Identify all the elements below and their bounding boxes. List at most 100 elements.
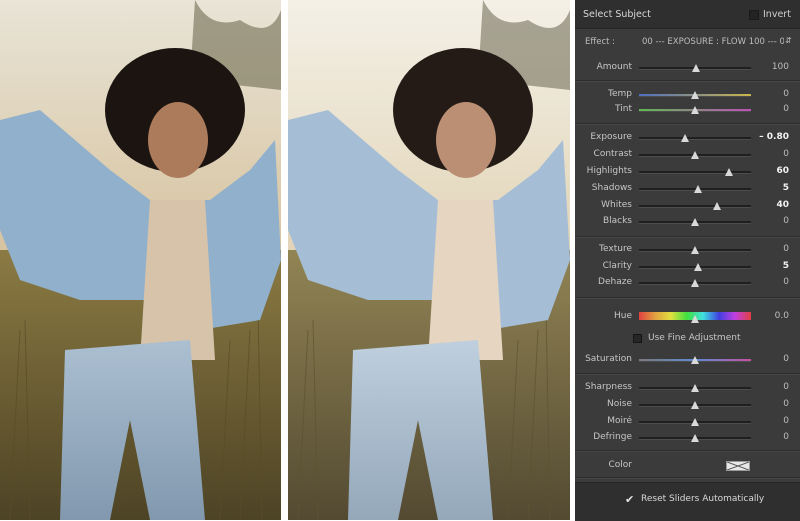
slider-amount-label: Amount: [596, 62, 632, 72]
slider-noise-thumb[interactable]: [691, 401, 699, 409]
slider-tint-value[interactable]: 0: [783, 104, 789, 114]
before-photo: [0, 0, 281, 520]
effect-dropdown[interactable]: Effect : 00 --- EXPOSURE : FLOW 100 --- …: [575, 36, 800, 49]
slider-hue-track[interactable]: [639, 312, 751, 323]
fine-adjustment-checkbox[interactable]: [633, 334, 642, 343]
section-separator: [575, 450, 800, 452]
slider-texture-value[interactable]: 0: [783, 244, 789, 254]
slider-clarity-value[interactable]: 5: [783, 261, 789, 271]
section-separator: [575, 297, 800, 299]
slider-amount-thumb[interactable]: [692, 64, 701, 72]
slider-defringe-track[interactable]: [639, 434, 751, 442]
slider-saturation-thumb[interactable]: [691, 356, 699, 364]
slider-hue-thumb[interactable]: [691, 315, 699, 323]
slider-dehaze-track[interactable]: [639, 279, 751, 287]
slider-moire-label: Moiré: [607, 416, 632, 426]
slider-amount: Amount 100: [575, 62, 800, 74]
slider-tint-thumb[interactable]: [691, 106, 699, 114]
after-photo-illustration: [288, 0, 570, 520]
slider-temp-label: Temp: [608, 89, 632, 99]
slider-exposure-value[interactable]: – 0.80: [759, 132, 789, 142]
slider-hue-label: Hue: [613, 311, 632, 321]
panel-title: Select Subject: [583, 9, 651, 20]
slider-dehaze-thumb[interactable]: [691, 279, 699, 287]
slider-blacks-thumb[interactable]: [691, 218, 699, 226]
slider-sharpness: Sharpness 0: [575, 382, 800, 394]
slider-highlights: Highlights 60: [575, 166, 800, 178]
fine-adjustment-label[interactable]: Use Fine Adjustment: [648, 333, 740, 343]
slider-temp-track[interactable]: [639, 91, 751, 99]
slider-saturation-label: Saturation: [585, 354, 632, 364]
slider-saturation-track[interactable]: [639, 356, 751, 364]
slider-temp-thumb[interactable]: [691, 91, 699, 99]
invert-checkbox[interactable]: [749, 10, 759, 20]
slider-blacks-value[interactable]: 0: [783, 216, 789, 226]
invert-label[interactable]: Invert: [763, 9, 791, 20]
slider-temp-value[interactable]: 0: [783, 89, 789, 99]
color-label: Color: [608, 460, 633, 470]
slider-texture-label: Texture: [599, 244, 632, 254]
slider-exposure-track[interactable]: [639, 134, 751, 142]
slider-sharpness-track[interactable]: [639, 384, 751, 392]
slider-noise-track[interactable]: [639, 401, 751, 409]
slider-dehaze: Dehaze 0: [575, 277, 800, 289]
slider-moire-thumb[interactable]: [691, 418, 699, 426]
slider-defringe: Defringe 0: [575, 432, 800, 444]
slider-blacks-track[interactable]: [639, 218, 751, 226]
slider-exposure-label: Exposure: [590, 132, 632, 142]
slider-whites-value[interactable]: 40: [776, 200, 789, 210]
slider-texture-track[interactable]: [639, 246, 751, 254]
slider-moire-track[interactable]: [639, 418, 751, 426]
color-row: Color: [575, 460, 800, 472]
slider-tint-label: Tint: [615, 104, 632, 114]
slider-shadows-value[interactable]: 5: [783, 183, 789, 193]
panel-header: Select Subject Invert: [575, 0, 800, 29]
slider-sharpness-value[interactable]: 0: [783, 382, 789, 392]
slider-whites-track[interactable]: [639, 202, 751, 210]
slider-saturation-value[interactable]: 0: [783, 354, 789, 364]
slider-shadows-thumb[interactable]: [694, 185, 703, 193]
slider-contrast-track[interactable]: [639, 151, 751, 159]
slider-clarity-label: Clarity: [602, 261, 632, 271]
slider-sharpness-thumb[interactable]: [691, 384, 699, 392]
slider-clarity-thumb[interactable]: [694, 263, 703, 271]
slider-defringe-thumb[interactable]: [691, 434, 699, 442]
slider-defringe-value[interactable]: 0: [783, 432, 789, 442]
slider-saturation: Saturation 0: [575, 354, 800, 366]
slider-hue-value[interactable]: 0.0: [775, 311, 789, 321]
slider-temp: Temp 0: [575, 89, 800, 101]
slider-noise-value[interactable]: 0: [783, 399, 789, 409]
slider-whites-thumb[interactable]: [713, 202, 722, 210]
slider-dehaze-value[interactable]: 0: [783, 277, 789, 287]
slider-shadows-label: Shadows: [591, 183, 632, 193]
slider-tint: Tint 0: [575, 104, 800, 116]
reset-sliders-label[interactable]: Reset Sliders Automatically: [641, 494, 764, 504]
section-separator: [575, 80, 800, 82]
dropdown-arrow-icon[interactable]: ⇵: [785, 36, 792, 45]
slider-amount-track[interactable]: [639, 64, 751, 72]
slider-shadows: Shadows 5: [575, 183, 800, 195]
slider-highlights-thumb[interactable]: [724, 168, 733, 176]
slider-exposure-thumb[interactable]: [680, 134, 689, 142]
slider-contrast-thumb[interactable]: [691, 151, 699, 159]
slider-moire-value[interactable]: 0: [783, 416, 789, 426]
fine-adjustment-option[interactable]: Use Fine Adjustment: [575, 333, 800, 345]
section-separator: [575, 373, 800, 375]
effect-value[interactable]: 00 --- EXPOSURE : FLOW 100 --- 0...: [642, 37, 784, 47]
slider-clarity-track[interactable]: [639, 263, 751, 271]
slider-amount-value[interactable]: 100: [772, 62, 789, 72]
slider-noise-label: Noise: [607, 399, 632, 409]
slider-highlights-track[interactable]: [639, 168, 751, 176]
slider-highlights-label: Highlights: [586, 166, 632, 176]
slider-highlights-value[interactable]: 60: [776, 166, 789, 176]
slider-texture-thumb[interactable]: [691, 246, 699, 254]
footer-separator: [575, 477, 800, 479]
slider-contrast-value[interactable]: 0: [783, 149, 789, 159]
color-swatch-icon[interactable]: [726, 461, 750, 471]
section-separator: [575, 236, 800, 238]
checkmark-icon[interactable]: ✔: [625, 493, 634, 506]
slider-shadows-track[interactable]: [639, 185, 751, 193]
slider-noise: Noise 0: [575, 399, 800, 411]
section-separator: [575, 123, 800, 125]
slider-tint-track[interactable]: [639, 106, 751, 114]
